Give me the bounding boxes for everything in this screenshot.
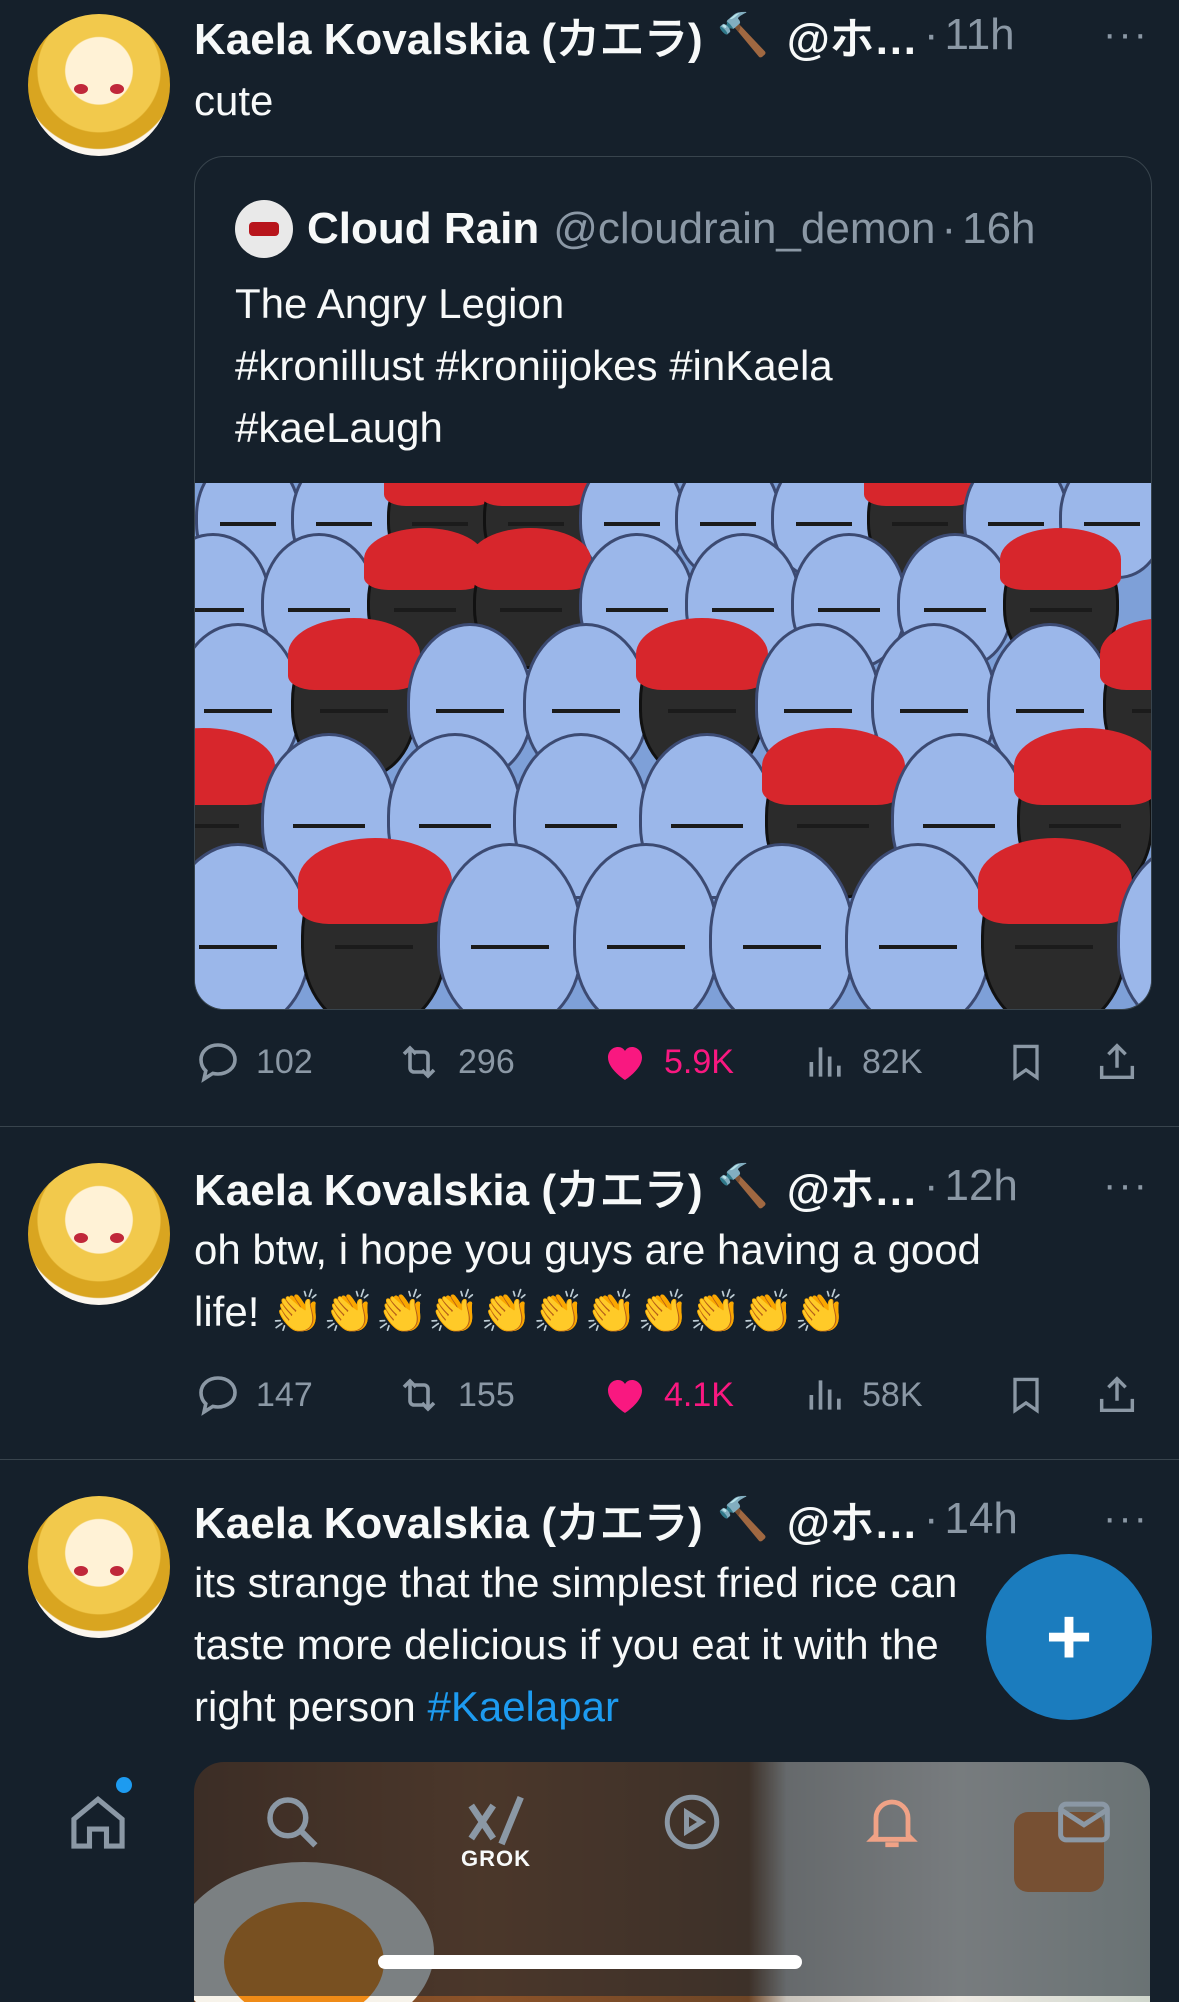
bell-icon bbox=[866, 1799, 918, 1848]
retweet-count: 155 bbox=[458, 1375, 515, 1414]
notification-dot bbox=[116, 1777, 132, 1793]
nav-messages[interactable] bbox=[1044, 1782, 1124, 1862]
reply-button[interactable]: 102 bbox=[194, 1034, 313, 1090]
author-name[interactable]: Kaela Kovalskia (カエラ) bbox=[194, 1154, 703, 1218]
avatar[interactable] bbox=[28, 1163, 170, 1305]
reply-count: 147 bbox=[256, 1375, 313, 1414]
video-icon bbox=[664, 1794, 720, 1850]
like-button[interactable]: 5.9K bbox=[600, 1034, 734, 1090]
mail-icon bbox=[1058, 1801, 1110, 1843]
reply-icon bbox=[199, 1376, 237, 1416]
author-handle[interactable]: @ホ… bbox=[787, 1487, 918, 1551]
quoted-time[interactable]: 16h bbox=[962, 204, 1035, 254]
retweet-button[interactable]: 155 bbox=[394, 1367, 515, 1423]
author-name[interactable]: Kaela Kovalskia (カエラ) bbox=[194, 1487, 703, 1551]
action-bar: 147 155 4.1K 58K bbox=[194, 1367, 1154, 1423]
share-icon bbox=[1099, 1043, 1135, 1080]
quoted-author-handle[interactable]: @cloudrain_demon bbox=[553, 204, 935, 254]
home-indicator[interactable] bbox=[378, 1955, 802, 1969]
crowd-figure bbox=[978, 838, 1132, 1009]
separator-dot: · bbox=[941, 204, 957, 253]
tweet-text: its strange that the simplest fried rice… bbox=[194, 1552, 1114, 1738]
views-count: 82K bbox=[862, 1042, 923, 1081]
share-icon bbox=[1099, 1376, 1135, 1413]
action-bar: 102 296 5.9K 82K bbox=[194, 1034, 1154, 1090]
quoted-text: The Angry Legion #kronillust #kroniijoke… bbox=[235, 273, 1115, 459]
nav-search[interactable] bbox=[252, 1782, 332, 1862]
more-options-icon[interactable]: ··· bbox=[1103, 12, 1149, 57]
separator-dot: · bbox=[923, 1161, 939, 1210]
tweet-text-line: its strange that the simplest fried rice… bbox=[194, 1559, 958, 1606]
views-icon bbox=[809, 1380, 841, 1410]
hammer-emoji: 🔨 bbox=[716, 1494, 769, 1542]
heart-icon bbox=[608, 1380, 642, 1413]
share-button[interactable] bbox=[1094, 1367, 1154, 1423]
tweet-text: cute bbox=[194, 77, 274, 124]
more-options-icon[interactable]: ··· bbox=[1103, 1163, 1149, 1208]
reply-count: 102 bbox=[256, 1042, 313, 1081]
bookmark-button[interactable] bbox=[1004, 1034, 1062, 1090]
bookmark-button[interactable] bbox=[1004, 1367, 1062, 1423]
avatar[interactable] bbox=[28, 1496, 170, 1638]
views-button[interactable]: 58K bbox=[804, 1367, 923, 1423]
author-name[interactable]: Kaela Kovalskia (カエラ) bbox=[194, 3, 703, 67]
home-icon bbox=[71, 1796, 125, 1849]
quoted-text-line: The Angry Legion bbox=[235, 280, 565, 327]
author-handle[interactable]: @ホ… bbox=[787, 3, 918, 67]
avatar[interactable] bbox=[28, 14, 170, 156]
grok-label: GROK bbox=[461, 1846, 531, 1871]
hammer-emoji: 🔨 bbox=[716, 1161, 769, 1209]
tweet[interactable]: Kaela Kovalskia (カエラ) 🔨 @ホ… · 11h ··· cu… bbox=[0, 0, 1179, 1126]
hammer-emoji: 🔨 bbox=[716, 10, 769, 58]
quoted-tweet[interactable]: Cloud Rain @cloudrain_demon · 16h The An… bbox=[194, 156, 1152, 1010]
reply-icon bbox=[199, 1043, 237, 1083]
retweet-icon bbox=[402, 1045, 436, 1079]
views-count: 58K bbox=[862, 1375, 923, 1414]
quoted-text-line: #kronillust #kroniijokes #inKaela bbox=[235, 342, 833, 389]
retweet-icon bbox=[402, 1378, 436, 1412]
nav-home[interactable] bbox=[58, 1782, 138, 1862]
tweet-text-line: life! 👏👏👏👏👏👏👏👏👏👏👏 bbox=[194, 1288, 847, 1335]
nav-video[interactable] bbox=[652, 1782, 732, 1862]
retweet-button[interactable]: 296 bbox=[394, 1034, 515, 1090]
tweet-time[interactable]: 11h bbox=[944, 10, 1014, 60]
like-count: 4.1K bbox=[664, 1375, 734, 1414]
heart-icon bbox=[608, 1047, 642, 1080]
tweet-time[interactable]: 14h bbox=[944, 1494, 1017, 1544]
quoted-text-line: #kaeLaugh bbox=[235, 404, 443, 451]
like-button[interactable]: 4.1K bbox=[600, 1367, 734, 1423]
reply-button[interactable]: 147 bbox=[194, 1367, 313, 1423]
tweet-text-line: taste more delicious if you eat it with … bbox=[194, 1621, 939, 1668]
compose-button[interactable]: + bbox=[986, 1554, 1152, 1720]
views-button[interactable]: 82K bbox=[804, 1034, 923, 1090]
bookmark-icon bbox=[1013, 1377, 1039, 1414]
quoted-image[interactable] bbox=[195, 483, 1151, 1009]
separator-dot: · bbox=[923, 1494, 939, 1543]
like-count: 5.9K bbox=[664, 1042, 734, 1081]
author-handle[interactable]: @ホ… bbox=[787, 1154, 918, 1218]
search-icon bbox=[267, 1797, 318, 1848]
retweet-count: 296 bbox=[458, 1042, 515, 1081]
nav-notifications[interactable] bbox=[852, 1782, 932, 1862]
views-icon bbox=[809, 1047, 841, 1077]
tweet-time[interactable]: 12h bbox=[944, 1161, 1017, 1211]
bookmark-icon bbox=[1013, 1044, 1039, 1081]
tweet-text-line: right person #Kaelapar bbox=[194, 1676, 1114, 1738]
share-button[interactable] bbox=[1094, 1034, 1154, 1090]
tweet-text-line: oh btw, i hope you guys are having a goo… bbox=[194, 1226, 981, 1273]
separator-dot: · bbox=[923, 10, 939, 59]
more-options-icon[interactable]: ··· bbox=[1103, 1496, 1149, 1541]
tweet[interactable]: Kaela Kovalskia (カエラ) 🔨 @ホ… · 12h ··· oh… bbox=[0, 1127, 1179, 1459]
quoted-author-name[interactable]: Cloud Rain bbox=[307, 204, 539, 254]
tweet-text-line-start: right person bbox=[194, 1683, 428, 1730]
crowd-figure bbox=[298, 838, 452, 1009]
quoted-avatar[interactable] bbox=[235, 200, 293, 258]
hashtag-link[interactable]: #Kaelapar bbox=[427, 1683, 618, 1730]
tweet-text: oh btw, i hope you guys are having a goo… bbox=[194, 1219, 1114, 1343]
